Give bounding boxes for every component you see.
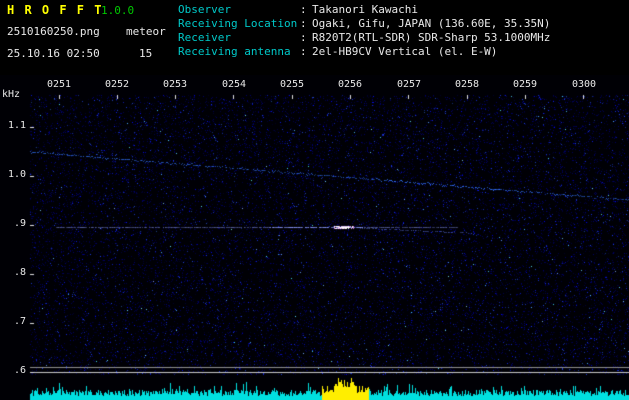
- time-tick-label: 0259: [512, 79, 538, 90]
- info-row-antenna: Receiving antenna : 2el-HB9CV Vertical (…: [178, 45, 550, 59]
- time-tick-label: 0257: [396, 79, 422, 90]
- info-row-location: Receiving Location : Ogaki, Gifu, JAPAN …: [178, 17, 550, 31]
- time-tick-label: 0255: [279, 79, 305, 90]
- time-tick-label: 0253: [162, 79, 188, 90]
- info-label: Receiving antenna: [178, 45, 291, 58]
- time-tick-label: 0252: [104, 79, 130, 90]
- freq-unit-label: kHz: [2, 89, 21, 100]
- mode-label: meteor: [126, 25, 166, 38]
- time-tick-label: 0256: [337, 79, 363, 90]
- time-tick-label: 0300: [571, 79, 597, 90]
- app-version: 1.0.0: [101, 4, 135, 17]
- time-tick-label: 0251: [46, 79, 72, 90]
- app-title: H R O F F T: [7, 3, 103, 17]
- freq-tick-label: .6: [13, 365, 26, 376]
- time-tick-label: 0254: [221, 79, 247, 90]
- output-filename: 2510160250.png: [7, 25, 100, 38]
- info-row-observer: Observer : Takanori Kawachi: [178, 3, 550, 17]
- info-value: 2el-HB9CV Vertical (el. E-W): [312, 45, 498, 58]
- info-value: Takanori Kawachi: [312, 3, 418, 16]
- freq-tick-label: 1.1: [7, 120, 26, 131]
- freq-tick-label: .8: [13, 267, 26, 278]
- info-colon: :: [300, 31, 307, 44]
- info-label: Observer: [178, 3, 231, 16]
- info-row-receiver: Receiver : R820T2(RTL-SDR) SDR-Sharp 53.…: [178, 31, 550, 45]
- info-colon: :: [300, 3, 307, 16]
- info-colon: :: [300, 45, 307, 58]
- observation-datetime: 25.10.16 02:50: [7, 47, 100, 60]
- info-colon: :: [300, 17, 307, 30]
- freq-tick-label: .9: [13, 218, 26, 229]
- time-tick-label: 0258: [454, 79, 480, 90]
- info-label: Receiver: [178, 31, 231, 44]
- freq-tick-label: 1.0: [7, 169, 26, 180]
- hrofft-window: H R O F F T 1.0.0 2510160250.png meteor …: [0, 0, 629, 400]
- info-label: Receiving Location: [178, 17, 298, 30]
- spectrogram-canvas: [0, 75, 629, 400]
- info-value: Ogaki, Gifu, JAPAN (136.60E, 35.35N): [312, 17, 551, 30]
- station-info: Observer : Takanori Kawachi Receiving Lo…: [178, 3, 550, 59]
- info-value: R820T2(RTL-SDR) SDR-Sharp 53.1000MHz: [312, 31, 551, 44]
- echo-count: 15: [139, 47, 153, 60]
- freq-tick-label: .7: [13, 316, 26, 327]
